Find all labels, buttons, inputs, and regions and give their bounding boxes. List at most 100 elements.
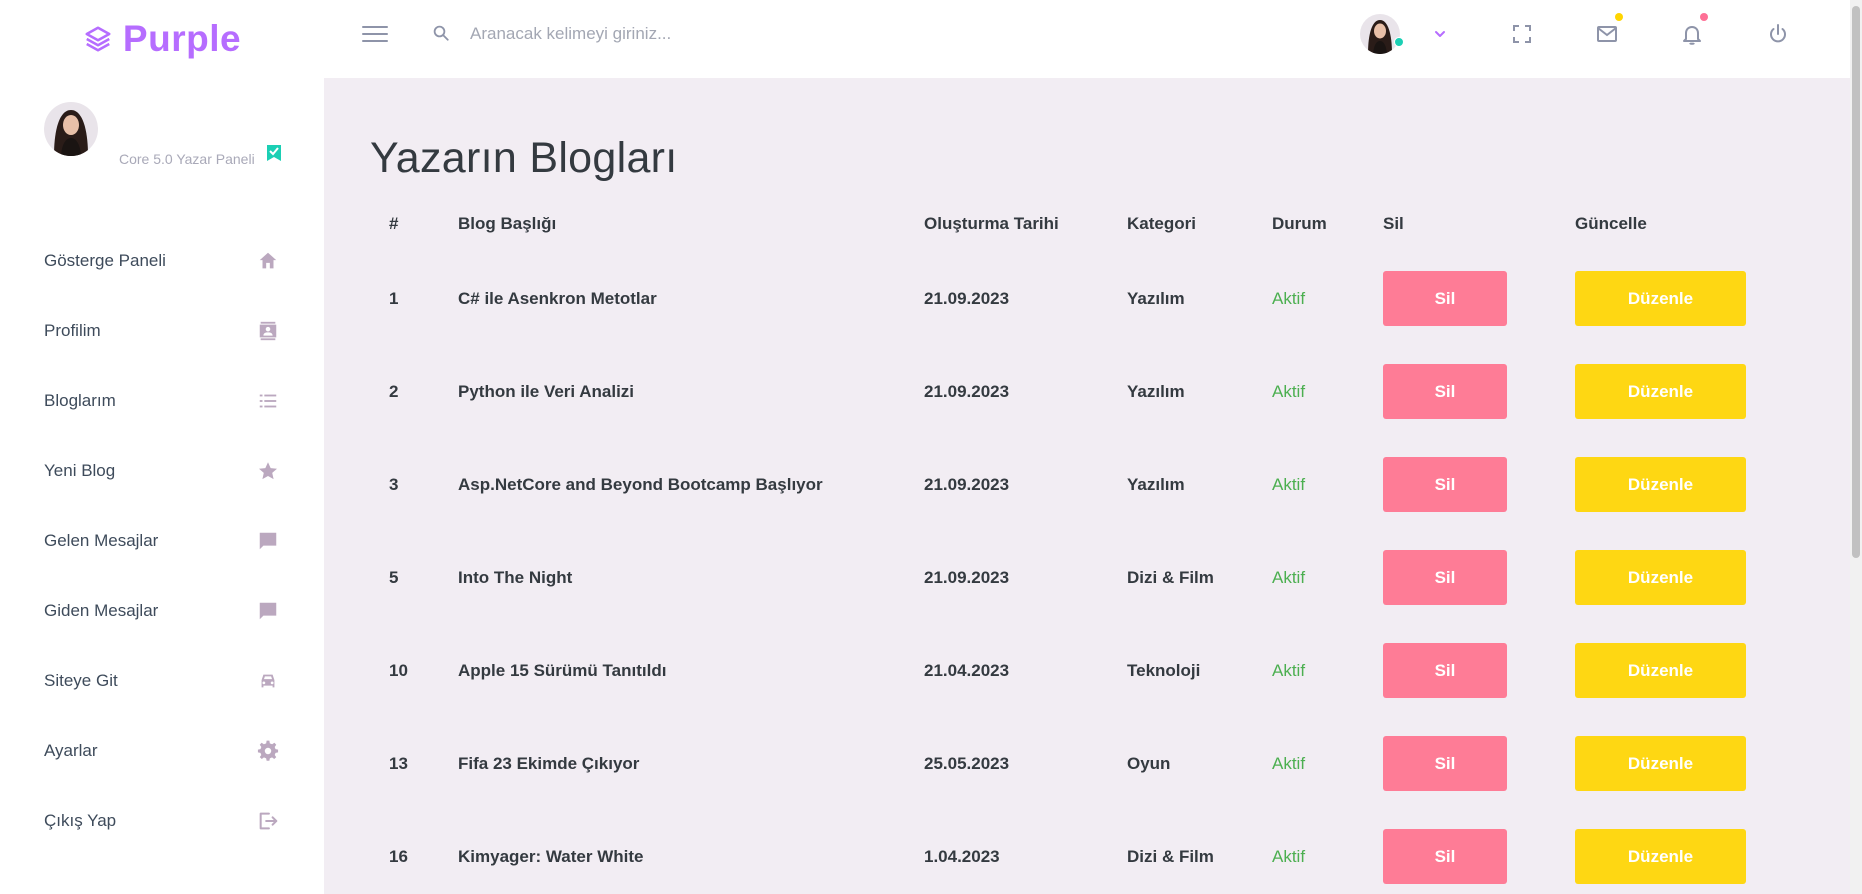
edit-button[interactable]: Düzenle — [1575, 643, 1746, 698]
menu-icon-bar — [362, 33, 388, 35]
column-header-delete: Sil — [1383, 214, 1404, 233]
bookmark-check-icon — [267, 145, 281, 161]
status-badge: Aktif — [1272, 568, 1306, 587]
status-badge: Aktif — [1272, 289, 1306, 308]
sidebar-item-label: Giden Mesajlar — [44, 601, 159, 620]
sidebar-item-label: Gelen Mesajlar — [44, 531, 159, 550]
sidebar-item-logout[interactable]: Çıkış Yap — [0, 796, 324, 846]
sidebar-item-label: Profilim — [44, 321, 101, 340]
avatar-image — [1360, 14, 1400, 54]
list-icon — [259, 394, 277, 408]
column-header-status: Durum — [1272, 214, 1327, 233]
row-category: Teknoloji — [1127, 661, 1201, 680]
row-category: Oyun — [1127, 754, 1171, 773]
sidebar-item-sent-messages[interactable]: Giden Mesajlar — [0, 586, 324, 636]
chevron-down-icon[interactable] — [1432, 26, 1448, 42]
column-header-title: Blog Başlığı — [458, 214, 557, 233]
edit-button[interactable]: Düzenle — [1575, 550, 1746, 605]
edit-button[interactable]: Düzenle — [1575, 736, 1746, 791]
menu-icon-bar — [362, 26, 388, 28]
row-category: Dizi & Film — [1127, 847, 1214, 866]
row-id: 3 — [389, 475, 399, 494]
sidebar-profile[interactable]: Core 5.0 Yazar Paneli — [44, 102, 304, 167]
contact-card-icon — [259, 321, 277, 341]
sidebar-item-settings[interactable]: Ayarlar — [0, 726, 324, 776]
sidebar-item-label: Ayarlar — [44, 741, 98, 760]
row-date: 21.04.2023 — [924, 661, 1010, 680]
gear-icon — [257, 740, 279, 761]
sidebar-item-inbox[interactable]: Gelen Mesajlar — [0, 516, 324, 566]
status-badge: Aktif — [1272, 661, 1306, 680]
delete-button[interactable]: Sil — [1383, 271, 1507, 326]
sidebar-item-label: Çıkış Yap — [44, 811, 117, 830]
bell-icon[interactable] — [1680, 22, 1704, 46]
profile-avatar — [44, 102, 98, 156]
status-badge: Aktif — [1272, 382, 1306, 401]
status-badge: Aktif — [1272, 847, 1306, 866]
sidebar-item-label: Bloglarım — [44, 391, 116, 410]
edit-button[interactable]: Düzenle — [1575, 457, 1746, 512]
row-id: 13 — [389, 754, 408, 773]
row-title: Python ile Veri Analizi — [458, 382, 635, 401]
row-id: 2 — [389, 382, 399, 401]
row-title: Into The Night — [458, 568, 573, 587]
row-id: 10 — [389, 661, 408, 680]
mail-count-dot — [1615, 13, 1623, 21]
message-icon — [259, 532, 277, 550]
search-input[interactable] — [470, 20, 870, 48]
delete-button[interactable]: Sil — [1383, 457, 1507, 512]
column-header-category: Kategori — [1127, 214, 1196, 233]
table-row: 2 Python ile Veri Analizi 21.09.2023 Yaz… — [324, 364, 1850, 420]
table-row: 13 Fifa 23 Ekimde Çıkıyor 25.05.2023 Oyu… — [324, 736, 1850, 792]
sidebar-item-profile[interactable]: Profilim — [0, 306, 324, 356]
delete-button[interactable]: Sil — [1383, 550, 1507, 605]
edit-button[interactable]: Düzenle — [1575, 829, 1746, 884]
home-icon — [259, 252, 277, 269]
edit-button[interactable]: Düzenle — [1575, 271, 1746, 326]
row-date: 21.09.2023 — [924, 382, 1010, 401]
mail-icon[interactable] — [1595, 22, 1619, 46]
delete-button[interactable]: Sil — [1383, 736, 1507, 791]
table-row: 1 C# ile Asenkron Metotlar 21.09.2023 Ya… — [324, 271, 1850, 327]
power-icon[interactable] — [1766, 22, 1790, 46]
sidebar-item-go-to-site[interactable]: Siteye Git — [0, 656, 324, 706]
menu-icon-bar — [362, 40, 388, 42]
sidebar-item-dashboard[interactable]: Gösterge Paneli — [0, 236, 324, 286]
car-icon — [261, 674, 275, 688]
sidebar-item-label: Gösterge Paneli — [44, 251, 166, 270]
avatar-image — [44, 102, 98, 156]
status-badge: Aktif — [1272, 475, 1306, 494]
message-icon — [259, 602, 277, 620]
fullscreen-icon[interactable] — [1510, 22, 1534, 46]
delete-button[interactable]: Sil — [1383, 829, 1507, 884]
scrollbar-thumb[interactable] — [1852, 6, 1860, 558]
sidebar-item-label: Yeni Blog — [44, 461, 116, 480]
page-title: Yazarın Blogları — [370, 134, 678, 182]
delete-button[interactable]: Sil — [1383, 364, 1507, 419]
main-content: Yazarın Blogları # Blog Başlığı Oluşturm… — [324, 78, 1850, 894]
profile-role: Core 5.0 Yazar Paneli — [119, 151, 255, 167]
sidebar-item-new-blog[interactable]: Yeni Blog — [0, 446, 324, 496]
brand-name: Purple — [122, 18, 242, 59]
table-row: 16 Kimyager: Water White 1.04.2023 Dizi … — [324, 829, 1850, 885]
notification-count-dot — [1700, 13, 1708, 21]
row-date: 21.09.2023 — [924, 289, 1010, 308]
brand-logo[interactable]: Purple — [0, 0, 324, 78]
row-date: 21.09.2023 — [924, 568, 1010, 587]
delete-button[interactable]: Sil — [1383, 643, 1507, 698]
edit-button[interactable]: Düzenle — [1575, 364, 1746, 419]
row-date: 25.05.2023 — [924, 754, 1010, 773]
search-icon — [433, 25, 449, 41]
column-header-date: Oluşturma Tarihi — [924, 214, 1059, 233]
menu-toggle-button[interactable] — [362, 24, 388, 44]
table-row: 3 Asp.NetCore and Beyond Bootcamp Başlıy… — [324, 457, 1850, 513]
row-id: 5 — [389, 568, 399, 587]
sidebar-item-my-blogs[interactable]: Bloglarım — [0, 376, 324, 426]
column-header-edit: Güncelle — [1575, 214, 1647, 233]
user-avatar[interactable] — [1360, 14, 1400, 54]
row-category: Yazılım — [1127, 289, 1185, 308]
status-badge: Aktif — [1272, 754, 1306, 773]
row-category: Dizi & Film — [1127, 568, 1214, 587]
row-id: 16 — [389, 847, 408, 866]
online-status-dot — [1394, 37, 1404, 47]
